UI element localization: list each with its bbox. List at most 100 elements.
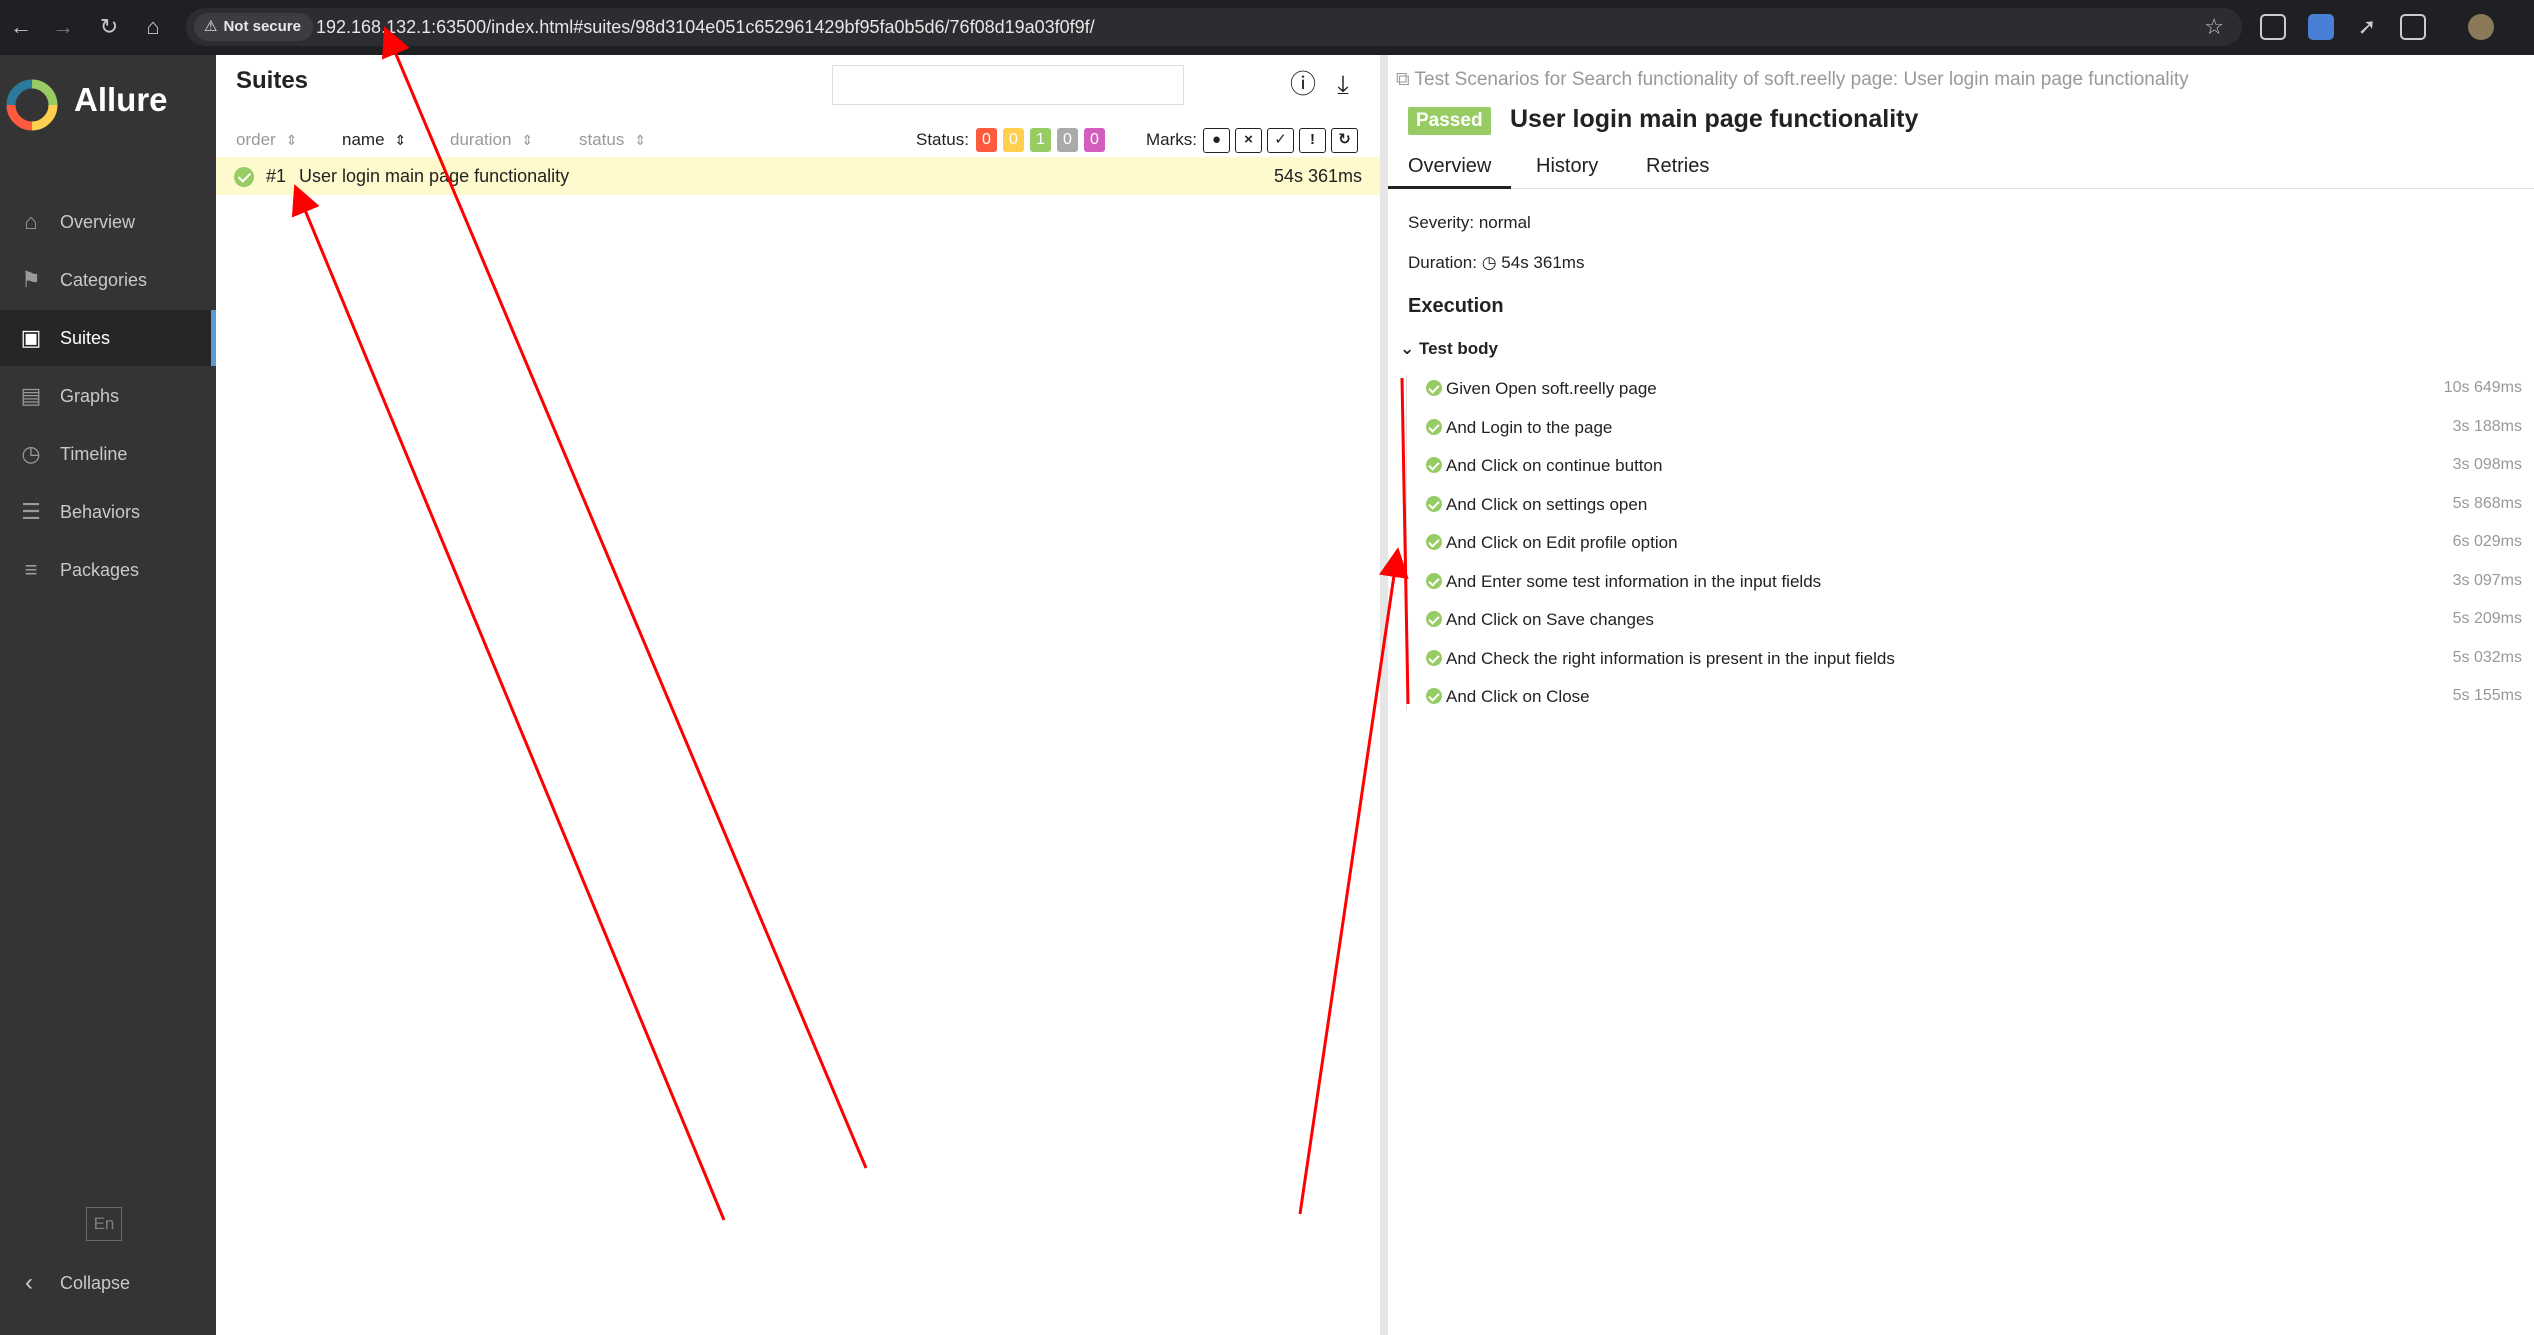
profile-avatar[interactable] <box>2468 14 2494 40</box>
sort-status[interactable]: status ⇕ <box>579 130 646 150</box>
status-broken-count[interactable]: 0 <box>1003 128 1024 152</box>
passed-check-icon <box>1426 611 1442 627</box>
step-text: And Click on Close <box>1446 687 1590 706</box>
home-icon: ⌂ <box>24 209 38 234</box>
step-time: 6s 029ms <box>2452 533 2522 550</box>
step-row[interactable]: Given Open soft.reelly page 10s 649ms <box>1426 376 2526 402</box>
sidebar-item-label: Categories <box>60 269 148 290</box>
sidebar-item-behaviors[interactable]: ☰ Behaviors <box>0 484 216 540</box>
new-failed-mark-icon[interactable]: × <box>1235 128 1262 153</box>
briefcase-icon: ▣ <box>20 325 42 350</box>
new-passed-mark-icon[interactable]: ✓ <box>1267 128 1294 153</box>
step-text: And Check the right information is prese… <box>1446 649 1895 668</box>
step-row[interactable]: And Enter some test information in the i… <box>1426 569 2526 595</box>
execution-heading: Execution <box>1408 295 1504 317</box>
status-unknown-count[interactable]: 0 <box>1084 128 1105 152</box>
test-title: User login main page functionality <box>1510 105 1919 133</box>
step-row[interactable]: And Login to the page 3s 188ms <box>1426 415 2526 441</box>
step-text: And Click on Save changes <box>1446 610 1654 629</box>
status-failed-count[interactable]: 0 <box>976 128 997 152</box>
info-icon[interactable]: ⓘ <box>1288 69 1318 99</box>
sort-label: order <box>236 130 276 149</box>
download-icon[interactable]: ⤓ <box>1328 69 1358 99</box>
language-switch[interactable]: En <box>86 1207 122 1241</box>
duration-label: Duration: <box>1408 253 1477 272</box>
new-broken-mark-icon[interactable]: ! <box>1299 128 1326 153</box>
step-text: And Click on Edit profile option <box>1446 533 1678 552</box>
sidebar-item-timeline[interactable]: ◷ Timeline <box>0 426 216 482</box>
warning-icon: ⚠ <box>204 18 218 35</box>
sidebar: Allure ⌂ Overview ⚑ Categories ▣ Suites … <box>0 55 216 1335</box>
severity: Severity: normal <box>1408 213 1531 232</box>
translate-icon[interactable] <box>2308 14 2334 40</box>
step-time: 3s 188ms <box>2452 418 2522 435</box>
security-chip[interactable]: ⚠ Not secure <box>194 13 313 41</box>
status-passed-count[interactable]: 1 <box>1030 128 1051 152</box>
extension-icon[interactable]: ➚ <box>2354 14 2380 40</box>
table-row[interactable]: #1 User login main page functionality 54… <box>216 157 1380 195</box>
step-text: And Click on settings open <box>1446 495 1648 514</box>
sort-arrows-icon: ⇕ <box>394 132 407 148</box>
row-name: User login main page functionality <box>299 166 570 186</box>
flaky-mark-icon[interactable]: ● <box>1203 128 1230 153</box>
sidebar-item-categories[interactable]: ⚑ Categories <box>0 252 216 308</box>
address-bar[interactable]: ⚠ Not secure 192.168.132.1:63500/index.h… <box>186 8 2242 46</box>
passed-check-icon <box>1426 496 1442 512</box>
sort-label: duration <box>450 130 512 149</box>
collapse-button[interactable]: ‹ Collapse <box>0 1263 216 1303</box>
step-row[interactable]: And Click on Save changes 5s 209ms <box>1426 607 2526 633</box>
sort-duration[interactable]: duration ⇕ <box>450 130 533 150</box>
passed-check-icon <box>1426 650 1442 666</box>
tab-retries[interactable]: Retries <box>1626 143 1729 189</box>
puzzle-icon[interactable] <box>2400 14 2426 40</box>
duration-value: 54s 361ms <box>1501 253 1585 272</box>
reload-icon[interactable]: ↻ <box>94 12 124 42</box>
step-time: 5s 209ms <box>2452 610 2522 627</box>
sidebar-item-packages[interactable]: ≡ Packages <box>0 542 216 598</box>
step-time: 3s 098ms <box>2452 456 2522 473</box>
copy-icon[interactable]: ⧉ <box>1396 69 1410 90</box>
duration: Duration: ◷ 54s 361ms <box>1408 253 1584 273</box>
test-body-toggle[interactable]: ⌄ Test body <box>1400 339 1498 359</box>
sidebar-item-suites[interactable]: ▣ Suites <box>0 310 216 366</box>
forward-icon[interactable]: → <box>48 12 78 42</box>
sort-label: name <box>342 130 385 149</box>
detail-tabs: Overview History Retries <box>1388 143 2534 189</box>
step-row[interactable]: And Click on settings open 5s 868ms <box>1426 492 2526 518</box>
tab-history[interactable]: History <box>1516 143 1618 189</box>
tab-overview[interactable]: Overview <box>1388 143 1512 189</box>
step-row[interactable]: And Click on continue button 3s 098ms <box>1426 453 2526 479</box>
sort-arrows-icon: ⇕ <box>285 132 298 148</box>
home-icon[interactable]: ⌂ <box>138 12 168 42</box>
passed-check-icon <box>1426 380 1442 396</box>
bookmark-star-icon[interactable]: ☆ <box>2204 8 2224 46</box>
passed-check-icon <box>1426 419 1442 435</box>
sidebar-item-label: Graphs <box>60 385 120 406</box>
tree-line <box>1406 375 1407 711</box>
back-icon[interactable]: ← <box>6 12 36 42</box>
status-badge: Passed <box>1408 107 1491 135</box>
sidebar-item-label: Suites <box>60 327 111 348</box>
sort-order[interactable]: order ⇕ <box>236 130 297 150</box>
search-input[interactable] <box>832 65 1184 105</box>
status-skipped-count[interactable]: 0 <box>1057 128 1078 152</box>
clock-icon: ◷ <box>21 441 41 466</box>
step-row[interactable]: And Click on Edit profile option 6s 029ms <box>1426 530 2526 556</box>
collapse-label: Collapse <box>60 1272 131 1293</box>
url-text[interactable]: 192.168.132.1:63500/index.html#suites/98… <box>316 8 1095 46</box>
passed-check-icon <box>1426 573 1442 589</box>
sidebar-item-graphs[interactable]: ▤ Graphs <box>0 368 216 424</box>
sort-name[interactable]: name ⇕ <box>342 130 406 150</box>
breadcrumb: ⧉ Test Scenarios for Search functionalit… <box>1396 69 2189 91</box>
step-row[interactable]: And Click on Close 5s 155ms <box>1426 684 2526 710</box>
step-row[interactable]: And Check the right information is prese… <box>1426 646 2526 672</box>
step-time: 3s 097ms <box>2452 572 2522 589</box>
chevron-down-icon: ⌄ <box>1400 339 1415 358</box>
sidebar-item-overview[interactable]: ⌂ Overview <box>0 194 216 250</box>
sort-bar: order ⇕ name ⇕ duration ⇕ status ⇕ Status: 0… <box>216 123 1380 157</box>
browser-toolbar: ← → ↻ ⌂ ⚠ Not secure 192.168.132.1:63500… <box>0 0 2534 55</box>
qr-code-icon[interactable] <box>2260 14 2286 40</box>
align-left-icon: ≡ <box>24 557 38 582</box>
retries-mark-icon[interactable]: ↻ <box>1331 128 1358 153</box>
pane-splitter[interactable] <box>1380 55 1388 1335</box>
